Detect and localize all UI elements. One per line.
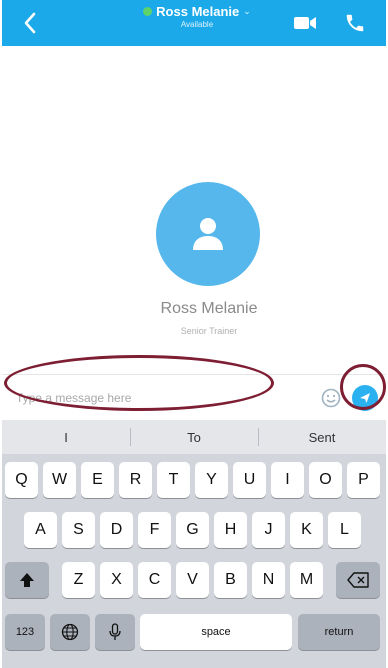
shift-icon <box>20 573 34 587</box>
backspace-key[interactable] <box>336 562 380 598</box>
video-camera-icon <box>294 17 316 29</box>
numbers-key[interactable]: 123 <box>5 614 45 650</box>
microphone-icon <box>109 623 121 640</box>
key-a[interactable]: A <box>24 512 57 548</box>
send-icon <box>360 393 370 403</box>
key-h[interactable]: H <box>214 512 247 548</box>
globe-icon <box>61 623 79 641</box>
audio-call-button[interactable] <box>340 8 370 38</box>
key-t[interactable]: T <box>157 462 190 498</box>
key-v[interactable]: V <box>176 562 209 598</box>
key-w[interactable]: W <box>43 462 76 498</box>
key-k[interactable]: K <box>290 512 323 548</box>
profile-title: Senior Trainer <box>180 326 238 336</box>
backspace-icon <box>347 572 369 588</box>
person-icon <box>193 218 223 250</box>
key-e[interactable]: E <box>81 462 114 498</box>
contact-title[interactable]: Ross Melanie ⌄ Available <box>122 4 272 29</box>
chevron-left-icon <box>24 12 36 34</box>
keyboard: I To Sent Q W E R T Y U I O P A S D F G … <box>2 420 386 668</box>
contact-name: Ross Melanie <box>156 4 240 19</box>
message-input[interactable] <box>14 383 318 413</box>
profile-name: Ross Melanie <box>160 300 258 317</box>
key-q[interactable]: Q <box>5 462 38 498</box>
phone-icon <box>346 14 364 32</box>
suggestion-item[interactable]: I <box>2 420 130 454</box>
key-d[interactable]: D <box>100 512 133 548</box>
key-l[interactable]: L <box>328 512 361 548</box>
back-button[interactable] <box>12 6 48 40</box>
chevron-down-icon: ⌄ <box>243 6 251 16</box>
key-j[interactable]: J <box>252 512 285 548</box>
send-button[interactable] <box>352 385 378 411</box>
key-m[interactable]: M <box>290 562 323 598</box>
video-call-button[interactable] <box>290 10 320 36</box>
key-b[interactable]: B <box>214 562 247 598</box>
chat-screen: Ross Melanie ⌄ Available Ross Melanie Se… <box>2 0 386 668</box>
microphone-key[interactable] <box>95 614 135 650</box>
key-c[interactable]: C <box>138 562 171 598</box>
message-composer <box>2 374 386 421</box>
presence-indicator <box>143 7 153 16</box>
suggestion-item[interactable]: Sent <box>258 420 386 454</box>
key-p[interactable]: P <box>347 462 380 498</box>
key-x[interactable]: X <box>100 562 133 598</box>
shift-key[interactable] <box>5 562 49 598</box>
key-s[interactable]: S <box>62 512 95 548</box>
key-i[interactable]: I <box>271 462 304 498</box>
key-f[interactable]: F <box>138 512 171 548</box>
key-g[interactable]: G <box>176 512 209 548</box>
chat-header: Ross Melanie ⌄ Available <box>2 0 386 46</box>
key-y[interactable]: Y <box>195 462 228 498</box>
contact-status: Available <box>180 20 214 29</box>
key-r[interactable]: R <box>119 462 152 498</box>
return-key[interactable]: return <box>298 614 380 650</box>
suggestion-item[interactable]: To <box>130 420 258 454</box>
emoji-icon <box>321 388 341 408</box>
key-u[interactable]: U <box>233 462 266 498</box>
suggestion-bar: I To Sent <box>2 420 386 454</box>
emoji-button[interactable] <box>320 387 342 409</box>
avatar[interactable] <box>156 182 260 286</box>
key-o[interactable]: O <box>309 462 342 498</box>
key-n[interactable]: N <box>252 562 285 598</box>
globe-key[interactable] <box>50 614 90 650</box>
space-key[interactable]: space <box>140 614 292 650</box>
key-z[interactable]: Z <box>62 562 95 598</box>
